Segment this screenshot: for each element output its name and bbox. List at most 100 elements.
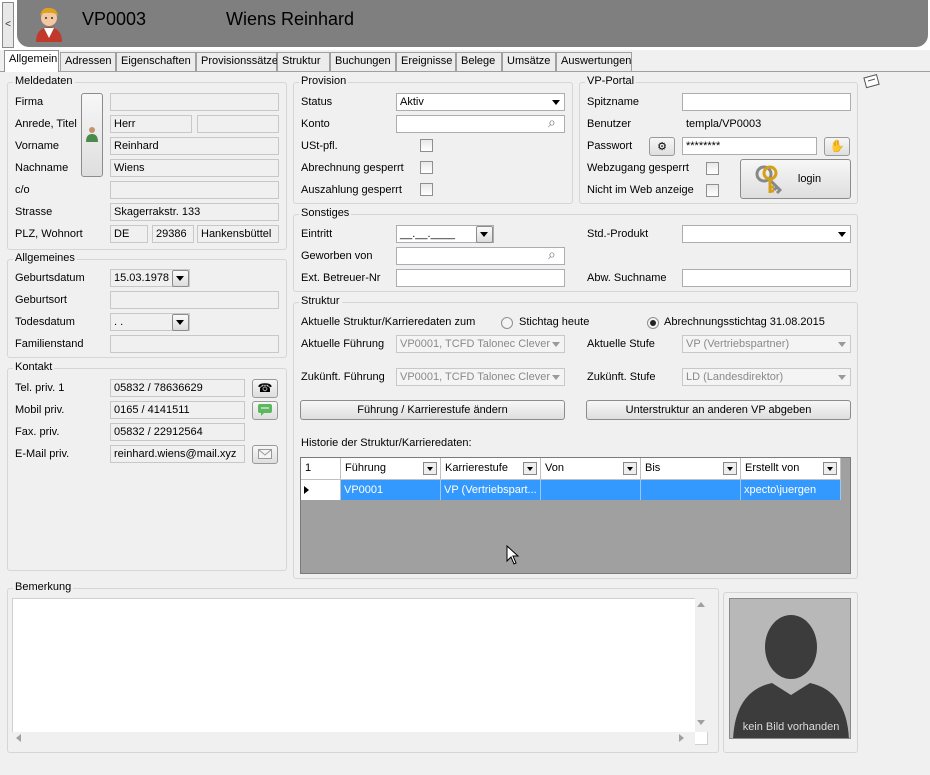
edit-note-icon[interactable] (863, 73, 881, 89)
tab-ereignisse[interactable]: Ereignisse (396, 52, 456, 71)
ort-field[interactable]: Hankensbüttel (197, 225, 279, 243)
stdprodukt-label: Std.-Produkt (587, 228, 649, 240)
grid-header-erstellt[interactable]: Erstellt von (741, 458, 841, 480)
tab-auswertungen[interactable]: Auswertungen (556, 52, 632, 71)
scroll-down-icon[interactable] (697, 720, 705, 725)
grid-header-karrierestufe[interactable]: Karrierestufe (441, 458, 541, 480)
nachname-field[interactable]: Wiens (110, 159, 279, 177)
tab-belege[interactable]: Belege (456, 52, 502, 71)
konto-search-icon[interactable]: ⌕ (548, 114, 556, 131)
grid-header-bis[interactable]: Bis (641, 458, 741, 480)
email-field[interactable]: reinhard.wiens@mail.xyz (110, 445, 245, 463)
abrechnung-checkbox[interactable] (420, 161, 433, 174)
vertical-scrollbar[interactable] (695, 598, 708, 732)
firma-field[interactable] (110, 93, 279, 111)
nichtweb-checkbox[interactable] (706, 184, 719, 197)
tel-field[interactable]: 05832 / 78636629 (110, 379, 245, 397)
titel-field[interactable] (197, 115, 279, 133)
contact-card-button[interactable] (81, 93, 103, 177)
stdprodukt-select[interactable] (682, 225, 851, 243)
tab-buchungen[interactable]: Buchungen (330, 52, 396, 71)
silhouette-icon (733, 615, 849, 738)
allgemeines-title: Allgemeines (13, 252, 77, 264)
plz-field[interactable]: 29386 (152, 225, 194, 243)
vorname-field[interactable]: Reinhard (110, 137, 279, 155)
unterstruktur-abgeben-button[interactable]: Unterstruktur an anderen VP abgeben (586, 400, 851, 420)
abrechnung-label: Abrechnung gesperrt (301, 162, 404, 174)
mobil-field[interactable]: 0165 / 4141511 (110, 401, 245, 419)
tab-allgemein[interactable]: Allgemein (4, 50, 59, 72)
co-field[interactable] (110, 181, 279, 199)
zstufe-label: Zukünft. Stufe (587, 371, 656, 383)
cell-fuehrung[interactable]: VP0001 (341, 480, 441, 500)
generate-password-button[interactable]: ⚙ (649, 137, 675, 156)
cell-von[interactable] (541, 480, 641, 500)
spitzname-field[interactable] (682, 93, 851, 111)
send-email-button[interactable] (252, 445, 278, 464)
keys-icon (755, 165, 783, 195)
zfuehrung-value: VP0001, TCFD Talonec Clever (400, 371, 550, 383)
todesdatum-dropdown-button[interactable] (172, 314, 189, 331)
ust-checkbox[interactable] (420, 139, 433, 152)
filter-icon[interactable] (823, 462, 837, 475)
tab-eigenschaften[interactable]: Eigenschaften (116, 52, 196, 71)
grid-header-fuehrung[interactable]: Führung (341, 458, 441, 480)
tab-struktur[interactable]: Struktur (277, 52, 330, 71)
anrede-field[interactable]: Herr (110, 115, 192, 133)
send-password-button[interactable]: ✋ (824, 137, 850, 156)
geburtsdatum-dropdown-button[interactable] (172, 270, 189, 287)
scroll-right-icon[interactable] (679, 734, 684, 742)
tab-divider (0, 71, 930, 72)
horizontal-scrollbar[interactable] (12, 732, 695, 745)
fuehrung-aendern-button[interactable]: Führung / Karrierestufe ändern (300, 400, 565, 420)
bemerkung-textarea[interactable] (12, 598, 708, 745)
sms-button[interactable] (252, 401, 278, 420)
fuehrung-select: VP0001, TCFD Talonec Clever (396, 335, 565, 353)
collapse-button[interactable]: < (2, 2, 14, 48)
tab-adressen[interactable]: Adressen (60, 52, 116, 71)
history-grid[interactable]: 1 Führung Karrierestufe Von Bis Erstellt… (300, 457, 851, 574)
filter-icon[interactable] (523, 462, 537, 475)
row-selector[interactable] (301, 480, 341, 500)
aktuelle-zum-label: Aktuelle Struktur/Karrieredaten zum (301, 316, 476, 328)
land-field[interactable]: DE (110, 225, 148, 243)
passwort-field[interactable]: ******** (682, 137, 817, 155)
abwsuchname-field[interactable] (682, 269, 851, 287)
tab-provisionssaetze[interactable]: Provisionssätze (196, 52, 278, 71)
extbetreuer-field[interactable] (396, 269, 565, 287)
fax-field[interactable]: 05832 / 22912564 (110, 423, 245, 441)
tab-umsaetze[interactable]: Umsätze (502, 52, 556, 71)
geburtsort-field[interactable] (110, 291, 279, 309)
filter-icon[interactable] (723, 462, 737, 475)
sms-icon (258, 404, 272, 416)
grid-header-karrierestufe-label: Karrierestufe (445, 462, 508, 474)
auszahlung-checkbox[interactable] (420, 183, 433, 196)
familienstand-field[interactable] (110, 335, 279, 353)
grid-header-von[interactable]: Von (541, 458, 641, 480)
filter-icon[interactable] (423, 462, 437, 475)
phone-icon: ☎ (257, 381, 273, 395)
vorname-label: Vorname (15, 140, 60, 152)
webzugang-checkbox[interactable] (706, 162, 719, 175)
scroll-up-icon[interactable] (697, 602, 705, 607)
login-button[interactable]: login (740, 159, 851, 199)
radio-abrechnungsstichtag[interactable] (647, 317, 659, 329)
key-hand-icon: ✋ (829, 139, 845, 153)
stufe-label: Aktuelle Stufe (587, 338, 655, 350)
scroll-left-icon[interactable] (16, 734, 21, 742)
cell-bis[interactable] (641, 480, 741, 500)
cell-karrierestufe[interactable]: VP (Vertriebspart... (441, 480, 541, 500)
konto-field[interactable] (396, 115, 565, 133)
stufe-value: VP (Vertriebspartner) (686, 338, 790, 350)
geworben-search-icon[interactable]: ⌕ (548, 246, 556, 263)
strasse-field[interactable]: Skagerrakstr. 133 (110, 203, 279, 221)
status-select[interactable]: Aktiv (396, 93, 565, 111)
filter-icon[interactable] (623, 462, 637, 475)
radio-stichtag-heute[interactable] (501, 317, 513, 329)
eintritt-dropdown-button[interactable] (476, 226, 493, 243)
grid-header-fuehrung-label: Führung (345, 462, 386, 474)
cell-erstellt[interactable]: xpecto\juergen (741, 480, 841, 500)
photo-placeholder[interactable]: kein Bild vorhanden (729, 598, 851, 739)
geworben-field[interactable] (396, 247, 565, 265)
phone-call-button[interactable]: ☎ (252, 379, 278, 398)
